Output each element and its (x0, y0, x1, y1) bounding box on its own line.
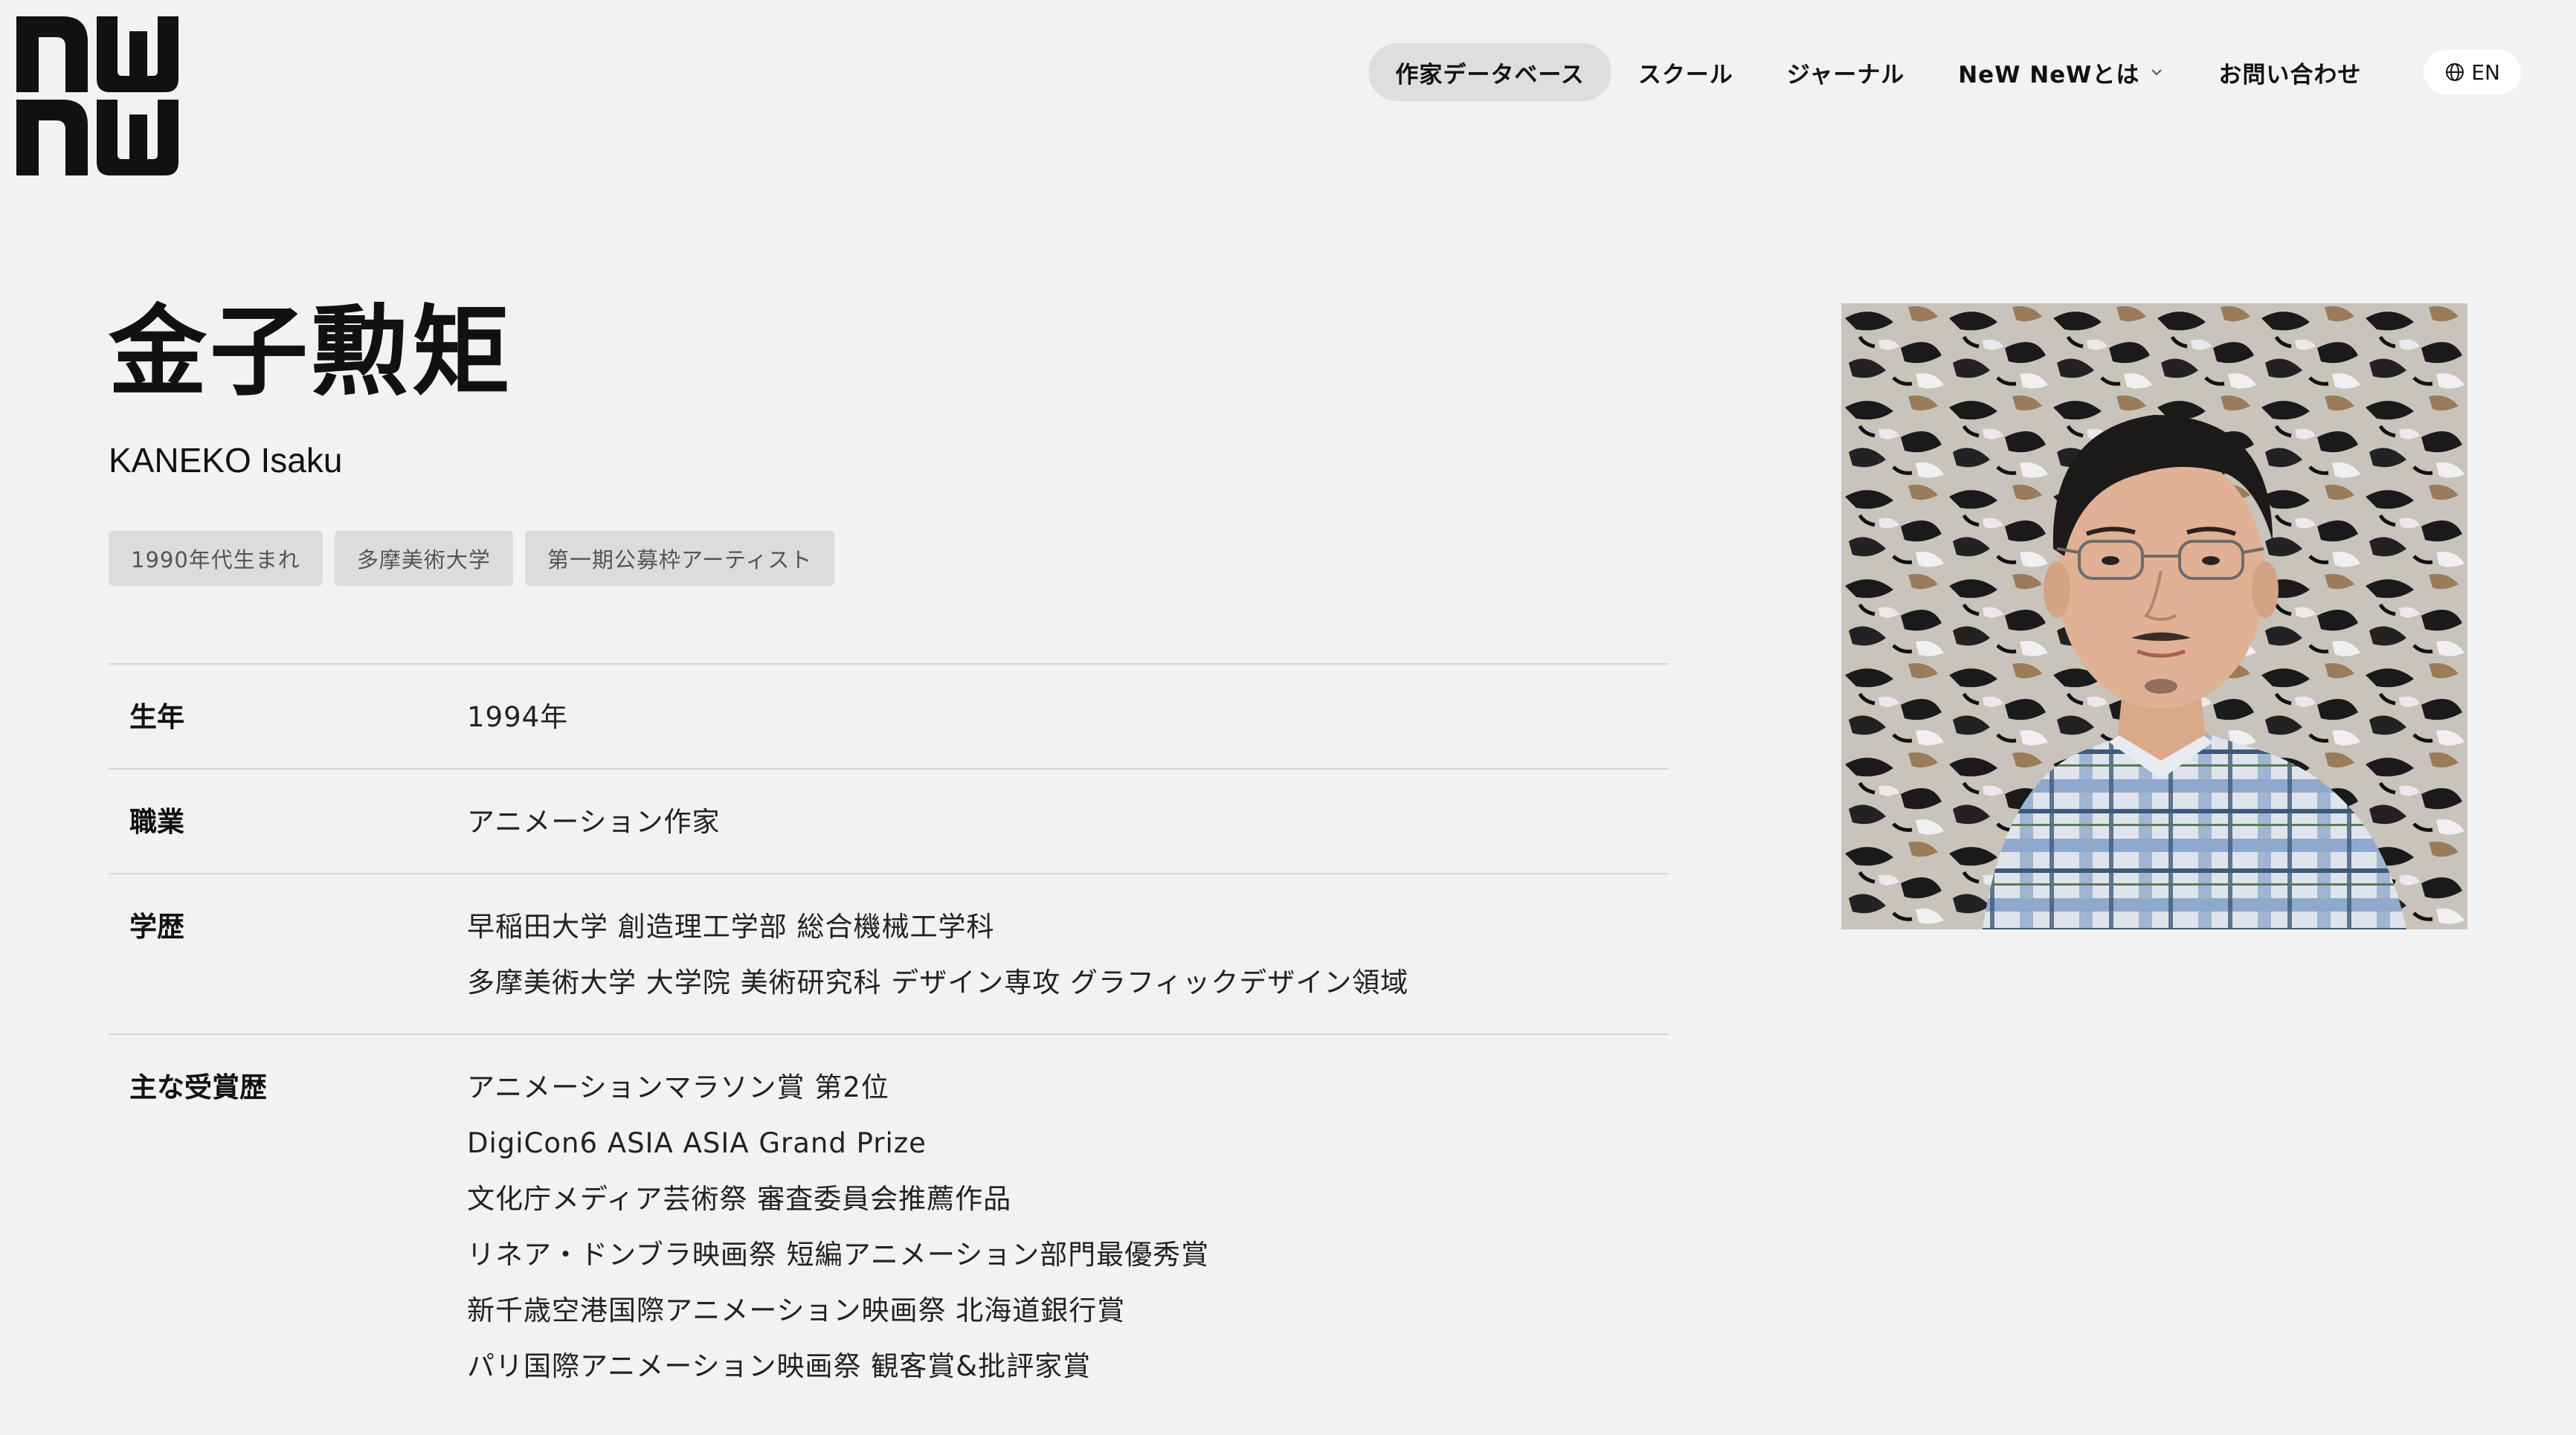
nav-item-school[interactable]: スクール (1611, 43, 1760, 101)
info-value: 早稲田大学 創造理工学部 総合機械工学科 (467, 911, 995, 943)
info-value: 文化庁メディア芸術祭 審査委員会推薦作品 (467, 1183, 1012, 1215)
nav-item-artist-database[interactable]: 作家データベース (1368, 43, 1611, 101)
info-label: 生年 (129, 701, 184, 733)
info-label: 職業 (129, 806, 184, 838)
info-value: パリ国際アニメーション映画祭 観客賞&批評家賞 (467, 1350, 1092, 1382)
portrait-image (1841, 303, 2467, 929)
info-row-birth-year: 生年 1994年 (109, 665, 1669, 770)
info-values: アニメーションマラソン賞 第2位 DigiCon6 ASIA ASIA Gran… (467, 1074, 1669, 1380)
nav-item-label: ジャーナル (1786, 61, 1905, 88)
info-row-education: 学歴 早稲田大学 創造理工学部 総合機械工学科 多摩美術大学 大学院 美術研究科… (109, 874, 1669, 1035)
nav-item-about[interactable]: NeW NeWとは (1931, 43, 2192, 101)
site-logo[interactable] (16, 16, 178, 175)
info-value: アニメーション作家 (467, 806, 721, 838)
tag-generation[interactable]: 1990年代生まれ (109, 531, 323, 586)
nav-item-label: スクール (1638, 61, 1733, 88)
info-label: 学歴 (129, 911, 184, 943)
nwnw-logo-icon (16, 16, 178, 175)
globe-icon (2446, 63, 2464, 81)
info-value: 多摩美術大学 大学院 美術研究科 デザイン専攻 グラフィックデザイン領域 (467, 967, 1409, 999)
main-nav: 作家データベース スクール ジャーナル NeW NeWとは お問い合わせ EN (1368, 43, 2521, 101)
info-value: 1994年 (467, 701, 569, 733)
nav-item-journal[interactable]: ジャーナル (1760, 43, 1931, 101)
artist-info-table: 生年 1994年 職業 アニメーション作家 学歴 早稲田大学 創造理工学部 総合… (109, 663, 1669, 1417)
artist-portrait (1841, 303, 2467, 929)
info-value: DigiCon6 ASIA ASIA Grand Prize (467, 1127, 927, 1159)
language-switch-button[interactable]: EN (2424, 50, 2521, 94)
info-row-awards: 主な受賞歴 アニメーションマラソン賞 第2位 DigiCon6 ASIA ASI… (109, 1035, 1669, 1417)
info-values: アニメーション作家 (467, 808, 1669, 836)
tag-program[interactable]: 第一期公募枠アーティスト (524, 531, 835, 586)
nav-item-label: お問い合わせ (2218, 61, 2362, 88)
nav-item-label: NeW NeWとは (1958, 61, 2140, 88)
nav-item-label: 作家データベース (1395, 61, 1585, 88)
artist-tags: 1990年代生まれ 多摩美術大学 第一期公募枠アーティスト (109, 531, 835, 586)
info-row-occupation: 職業 アニメーション作家 (109, 770, 1669, 874)
nav-item-contact[interactable]: お問い合わせ (2192, 43, 2388, 101)
info-value: 新千歳空港国際アニメーション映画祭 北海道銀行賞 (467, 1294, 1126, 1326)
language-label: EN (2471, 59, 2500, 85)
info-label: 主な受賞歴 (129, 1071, 267, 1103)
tag-school[interactable]: 多摩美術大学 (334, 531, 513, 586)
info-value: リネア・ドンブラ映画祭 短編アニメーション部門最優秀賞 (467, 1239, 1210, 1271)
artist-name-english: KANEKO Isaku (109, 441, 343, 480)
chevron-down-icon (2151, 69, 2163, 76)
info-value: アニメーションマラソン賞 第2位 (467, 1071, 889, 1103)
artist-name-japanese: 金子勲矩 (109, 295, 513, 410)
info-values: 1994年 (467, 703, 1669, 731)
info-values: 早稲田大学 創造理工学部 総合機械工学科 多摩美術大学 大学院 美術研究科 デザ… (467, 913, 1669, 996)
